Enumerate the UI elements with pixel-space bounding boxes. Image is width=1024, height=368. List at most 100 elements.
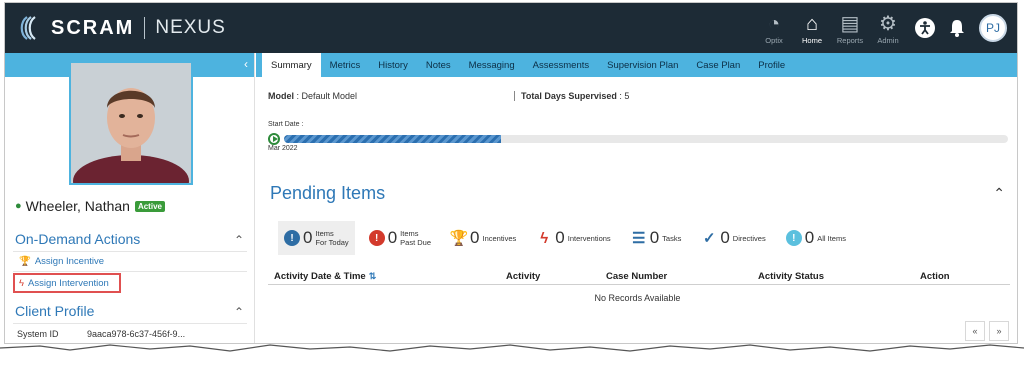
client-profile-title[interactable]: Client Profile: [15, 303, 94, 319]
top-header: SCRAM NEXUS ◔ Optix ⌂ Home ▤ Reports ⚙ A…: [5, 3, 1017, 53]
filter-icon: 🏆: [449, 230, 469, 247]
nav-optix-label: Optix: [765, 35, 783, 45]
pending-filters: ! 0 Items For Today! 0 Items Past Due 🏆 0 Incenti…: [278, 221, 860, 255]
next-page-button[interactable]: »: [989, 321, 1009, 341]
user-avatar[interactable]: PJ: [979, 14, 1007, 42]
total-days-label: Total Days Supervised: [521, 91, 617, 101]
col-activity[interactable]: Activity: [506, 271, 540, 282]
collapse-actions-icon[interactable]: ⌃: [234, 233, 244, 247]
filter-incentives[interactable]: 🏆 0 Incentives: [445, 221, 522, 255]
sort-icon[interactable]: ⇅: [369, 271, 377, 281]
filter-count: 0: [804, 228, 815, 247]
logo-divider: [144, 17, 146, 39]
status-badge: Active: [134, 200, 165, 212]
pending-items-title: Pending Items: [270, 183, 386, 203]
assign-incentive-label: Assign Incentive: [34, 256, 105, 267]
total-days-info: Total Days Supervised : 5: [514, 91, 629, 101]
tab-metrics[interactable]: Metrics: [321, 53, 370, 77]
accessibility-icon[interactable]: [911, 14, 939, 42]
filter-count: 0: [720, 228, 730, 247]
filter-label-line2: For Today: [315, 238, 349, 247]
filter-label-line2: Interventions: [567, 233, 611, 243]
client-name-text: Wheeler, Nathan: [25, 198, 130, 214]
start-date-label: Start Date :: [268, 121, 304, 128]
filter-label-line2: Incentives: [482, 233, 517, 243]
client-sidebar: ‹ ● Wheeler, Nathan Active On-Demand Act…: [5, 53, 255, 343]
model-label: Model: [268, 91, 294, 101]
divider: [13, 251, 247, 252]
divider: [13, 271, 247, 272]
play-circle-icon: [268, 133, 280, 145]
filter-count: 0: [470, 228, 480, 247]
filter-past-due[interactable]: ! 0 Items Past Due: [363, 221, 437, 255]
filter-label: Directives: [733, 234, 766, 243]
tab-case-plan[interactable]: Case Plan: [687, 53, 749, 77]
progress-fill: [284, 135, 502, 143]
document-icon: ▤: [840, 12, 860, 35]
highlight-annotation: [13, 273, 121, 293]
top-nav: ◔ Optix ⌂ Home ▤ Reports ⚙ Admin PJ: [755, 7, 1007, 49]
logo-product: NEXUS: [155, 17, 226, 38]
filter-count: 0: [303, 228, 313, 247]
tab-profile[interactable]: Profile: [749, 53, 794, 77]
filter-for-today[interactable]: ! 0 Items For Today: [278, 221, 355, 255]
tab-supervision-plan[interactable]: Supervision Plan: [598, 53, 687, 77]
scram-nexus-logo[interactable]: SCRAM NEXUS: [17, 13, 226, 43]
collapse-profile-icon[interactable]: ⌃: [234, 305, 244, 319]
filter-icon: !: [368, 230, 385, 246]
nav-admin-label: Admin: [877, 35, 899, 45]
tab-messaging[interactable]: Messaging: [460, 53, 524, 77]
filter-icon: ϟ: [540, 229, 549, 247]
bell-icon[interactable]: [943, 14, 971, 42]
logo-icon: [20, 16, 36, 40]
tab-history[interactable]: History: [369, 53, 417, 77]
filter-count: 0: [555, 228, 565, 247]
col-activity-date-label: Activity Date & Time: [274, 271, 366, 282]
prev-page-button[interactable]: «: [965, 321, 985, 341]
trophy-icon: 🏆: [19, 256, 31, 267]
pagination: « »: [961, 321, 1009, 341]
tab-assessments[interactable]: Assessments: [524, 53, 599, 77]
on-demand-actions-title[interactable]: On-Demand Actions: [15, 231, 140, 247]
pending-table-header: Activity Date & Time ⇅ Activity Case Numb…: [268, 269, 1010, 285]
filter-tasks[interactable]: ☰ 0 Tasks: [625, 221, 688, 255]
filter-all-items[interactable]: ! 0 All Items: [780, 221, 852, 255]
filter-label: Tasks: [662, 234, 681, 243]
nav-reports[interactable]: ▤ Reports: [831, 12, 869, 45]
filter-label-line2: Directives: [732, 233, 766, 243]
filter-label-line1: Items: [315, 229, 334, 238]
divider: [13, 323, 247, 324]
filter-count: 0: [649, 228, 660, 247]
filter-label: All Items: [817, 234, 846, 243]
collapse-pending-icon[interactable]: ⌃: [993, 185, 1005, 202]
col-activity-date[interactable]: Activity Date & Time ⇅: [274, 271, 376, 282]
empty-table-message: No Records Available: [594, 293, 681, 303]
tab-bar: Summary Metrics History Notes Messaging …: [256, 53, 1017, 77]
filter-interventions[interactable]: ϟ 0 Interventions: [530, 221, 616, 255]
collapse-sidebar-icon[interactable]: ‹: [244, 57, 248, 71]
col-action[interactable]: Action: [920, 271, 950, 282]
filter-label: Items For Today: [315, 229, 348, 247]
nav-home-label: Home: [801, 35, 822, 45]
nav-reports-label: Reports: [836, 35, 864, 45]
client-photo: [69, 61, 193, 185]
col-activity-status[interactable]: Activity Status: [758, 271, 824, 282]
assign-incentive-link[interactable]: 🏆 Assign Incentive: [19, 256, 104, 267]
nav-home[interactable]: ⌂ Home: [793, 12, 831, 45]
nav-admin[interactable]: ⚙ Admin: [869, 12, 907, 45]
person-icon: ●: [15, 200, 22, 212]
filter-label-line1: Items: [400, 229, 419, 238]
filter-icon: !: [284, 230, 300, 246]
gears-icon: ⚙: [879, 12, 897, 35]
tab-notes[interactable]: Notes: [417, 53, 460, 77]
client-name: ● Wheeler, Nathan Active: [15, 198, 165, 214]
logo-brand: SCRAM: [51, 16, 135, 39]
supervision-progress-bar: [284, 135, 1008, 143]
col-case-number[interactable]: Case Number: [606, 271, 667, 282]
filter-label-line2: Past Due: [400, 238, 432, 247]
main-panel: Summary Metrics History Notes Messaging …: [256, 53, 1017, 343]
filter-directives[interactable]: ✓ 0 Directives: [695, 221, 771, 255]
tab-summary[interactable]: Summary: [262, 53, 321, 77]
filter-label: Interventions: [568, 234, 611, 243]
nav-optix[interactable]: ◔ Optix: [755, 12, 793, 45]
